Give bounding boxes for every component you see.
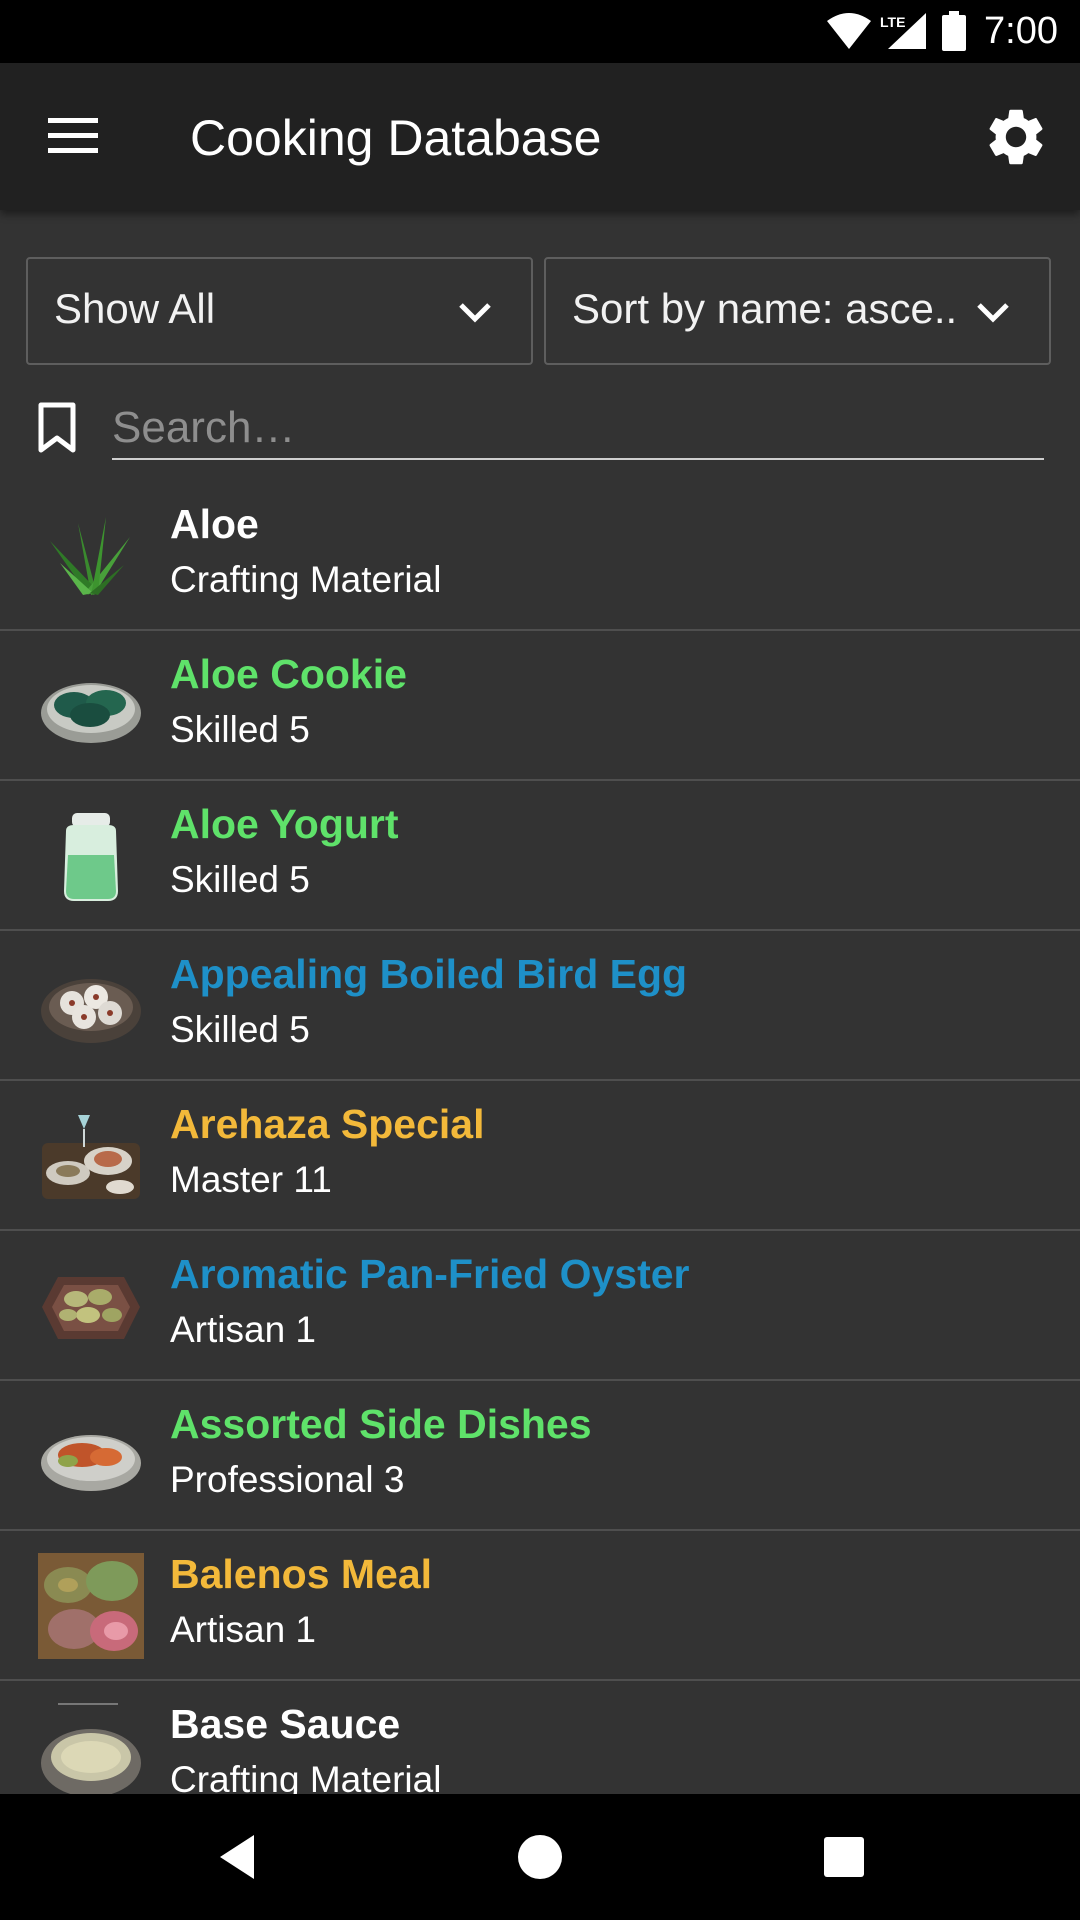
category-filter-value: Show All [54, 285, 216, 332]
item-subtitle: Master 11 [170, 1159, 332, 1200]
back-icon[interactable] [212, 1829, 268, 1885]
item-subtitle: Skilled 5 [170, 1009, 310, 1050]
item-subtitle: Crafting Material [170, 559, 442, 600]
item-subtitle: Crafting Material [170, 1759, 442, 1794]
special-meal-icon [38, 1103, 144, 1209]
list-item[interactable]: Aloe Crafting Material [0, 481, 1080, 631]
boiled-egg-plate-icon [38, 953, 144, 1059]
recipe-list[interactable]: Aloe Crafting Material Aloe Cookie Skill… [0, 481, 1080, 1794]
chevron-down-icon [977, 303, 1009, 323]
battery-icon [942, 11, 967, 51]
status-time: 7:00 [984, 9, 1058, 52]
item-name: Aloe Cookie [170, 651, 407, 697]
page-title: Cooking Database [190, 110, 602, 166]
item-subtitle: Skilled 5 [170, 709, 310, 750]
category-filter-dropdown[interactable]: Show All [26, 257, 533, 365]
item-name: Aloe [170, 501, 259, 547]
sauce-pot-icon [38, 1703, 144, 1794]
list-item[interactable]: Appealing Boiled Bird Egg Skilled 5 [0, 931, 1080, 1081]
gear-icon[interactable] [982, 103, 1050, 171]
sort-dropdown[interactable]: Sort by name: asce.. [544, 257, 1051, 365]
search-input[interactable] [112, 398, 1044, 460]
home-icon[interactable] [512, 1829, 568, 1885]
item-name: Aloe Yogurt [170, 801, 399, 847]
bookmark-icon[interactable] [36, 402, 78, 454]
item-name: Assorted Side Dishes [170, 1401, 592, 1447]
list-item[interactable]: Balenos Meal Artisan 1 [0, 1531, 1080, 1681]
item-subtitle: Skilled 5 [170, 859, 310, 900]
list-item[interactable]: Aloe Cookie Skilled 5 [0, 631, 1080, 781]
item-subtitle: Professional 3 [170, 1459, 405, 1500]
side-dish-plate-icon [38, 1403, 144, 1509]
item-name: Base Sauce [170, 1701, 401, 1747]
oyster-plate-icon [38, 1253, 144, 1359]
list-item[interactable]: Aromatic Pan-Fried Oyster Artisan 1 [0, 1231, 1080, 1381]
aloe-plant-icon [38, 503, 144, 609]
item-name: Balenos Meal [170, 1551, 433, 1597]
item-name: Aromatic Pan-Fried Oyster [170, 1251, 690, 1297]
navigation-bar [0, 1794, 1080, 1920]
sort-value: Sort by name: asce.. [572, 285, 958, 332]
item-name: Appealing Boiled Bird Egg [170, 951, 688, 997]
menu-icon[interactable] [38, 108, 108, 164]
list-item[interactable]: Assorted Side Dishes Professional 3 [0, 1381, 1080, 1531]
recents-icon[interactable] [816, 1829, 872, 1885]
chevron-down-icon [459, 303, 491, 323]
status-icons: LTE 7:00 [826, 6, 1058, 56]
yogurt-jar-icon [38, 803, 144, 909]
lte-signal-icon: LTE [880, 13, 927, 49]
item-subtitle: Artisan 1 [170, 1609, 317, 1650]
list-item[interactable]: Base Sauce Crafting Material [0, 1681, 1080, 1794]
network-type-label: LTE [880, 14, 905, 30]
cookie-plate-icon [38, 653, 144, 759]
list-item[interactable]: Aloe Yogurt Skilled 5 [0, 781, 1080, 931]
item-name: Arehaza Special [170, 1101, 485, 1147]
app-bar: Cooking Database [0, 63, 1080, 210]
list-item[interactable]: Arehaza Special Master 11 [0, 1081, 1080, 1231]
item-subtitle: Artisan 1 [170, 1309, 317, 1350]
wifi-icon [827, 13, 872, 49]
balenos-meal-icon [38, 1553, 144, 1659]
status-bar: LTE 7:00 [0, 0, 1080, 63]
